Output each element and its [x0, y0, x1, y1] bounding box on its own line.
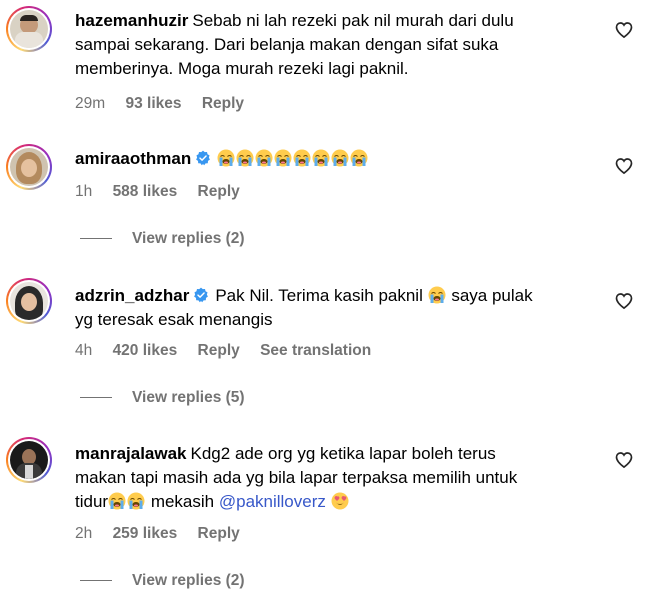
- comment-meta: 2h 259 likes Reply: [75, 524, 256, 544]
- reply-button[interactable]: Reply: [198, 525, 240, 542]
- reply-button[interactable]: Reply: [202, 95, 244, 112]
- crying-emoji-icon: [236, 149, 254, 167]
- username[interactable]: amiraaothman: [75, 149, 191, 168]
- crying-emoji-icon: [350, 149, 368, 167]
- timestamp[interactable]: 2h: [75, 525, 92, 542]
- reply-button[interactable]: Reply: [198, 183, 240, 200]
- avatar[interactable]: [6, 278, 52, 324]
- verified-badge-icon: [195, 150, 211, 166]
- timestamp[interactable]: 4h: [75, 342, 92, 359]
- likes-count[interactable]: 588 likes: [113, 183, 178, 200]
- reply-button[interactable]: Reply: [198, 342, 240, 359]
- comment-meta: 4h 420 likes Reply See translation: [75, 341, 387, 361]
- verified-badge-icon: [193, 287, 209, 303]
- heart-outline-icon[interactable]: [614, 20, 634, 40]
- heart-outline-icon[interactable]: [614, 450, 634, 470]
- view-replies-button[interactable]: View replies (2): [80, 229, 245, 249]
- comment-line: makan tapi masih ada yg bila lapar terpa…: [75, 468, 518, 487]
- avatar[interactable]: [6, 144, 52, 190]
- crying-emoji-icon: [312, 149, 330, 167]
- comment-line: saya pulak: [451, 286, 533, 305]
- username[interactable]: adzrin_adzhar: [75, 286, 189, 305]
- crying-emoji-icon: [274, 149, 292, 167]
- crying-emoji-icon: [293, 149, 311, 167]
- divider: [80, 238, 112, 240]
- likes-count[interactable]: 93 likes: [125, 95, 181, 112]
- comment-line: Sebab ni lah rezeki pak nil murah dari d…: [192, 11, 514, 30]
- avatar[interactable]: [6, 437, 52, 483]
- crying-emoji-icon: [428, 286, 446, 304]
- comment-line: mekasih: [150, 492, 215, 511]
- comment-line: Pak Nil. Terima kasih paknil: [215, 286, 423, 305]
- comment-text: manrajalawak Kdg2 ade org yg ketika lapar…: [75, 442, 595, 514]
- view-replies-button[interactable]: View replies (5): [80, 388, 245, 408]
- crying-emoji-icon: [108, 492, 126, 510]
- timestamp[interactable]: 29m: [75, 95, 105, 112]
- view-replies-label: View replies (5): [132, 389, 245, 406]
- comment-text: hazemanhuzir Sebab ni lah rezeki pak nil …: [75, 9, 595, 81]
- comment-meta: 29m 93 likes Reply: [75, 94, 260, 114]
- comment-line: memberinya. Moga murah rezeki lagi pakni…: [75, 59, 409, 78]
- divider: [80, 397, 112, 399]
- likes-count[interactable]: 420 likes: [113, 342, 178, 359]
- likes-count[interactable]: 259 likes: [113, 525, 178, 542]
- crying-emoji-icon: [331, 149, 349, 167]
- crying-emoji-icon: [127, 492, 145, 510]
- heart-eyes-emoji-icon: [331, 492, 349, 510]
- view-replies-label: View replies (2): [132, 572, 245, 589]
- comment-line: yg teresak esak menangis: [75, 310, 273, 329]
- username[interactable]: hazemanhuzir: [75, 11, 188, 30]
- crying-emoji-icon: [217, 149, 235, 167]
- avatar[interactable]: [6, 6, 52, 52]
- emoji-row: [217, 149, 369, 168]
- timestamp[interactable]: 1h: [75, 183, 92, 200]
- username[interactable]: manrajalawak: [75, 444, 187, 463]
- view-replies-button[interactable]: View replies (2): [80, 571, 245, 591]
- comment-text: amiraaothman: [75, 147, 595, 171]
- view-replies-label: View replies (2): [132, 230, 245, 247]
- crying-emoji-icon: [255, 149, 273, 167]
- heart-outline-icon[interactable]: [614, 291, 634, 311]
- divider: [80, 580, 112, 582]
- comment-text: adzrin_adzhar Pak Nil. Terima kasih pakni…: [75, 284, 595, 332]
- see-translation-button[interactable]: See translation: [260, 342, 371, 359]
- comment-line: Kdg2 ade org yg ketika lapar boleh terus: [190, 444, 496, 463]
- heart-outline-icon[interactable]: [614, 156, 634, 176]
- comment-meta: 1h 588 likes Reply: [75, 182, 256, 202]
- mention-link[interactable]: @paknilloverz: [219, 492, 326, 511]
- comment-line: tidur: [75, 492, 109, 511]
- comment-line: sampai sekarang. Dari belanja makan deng…: [75, 35, 499, 54]
